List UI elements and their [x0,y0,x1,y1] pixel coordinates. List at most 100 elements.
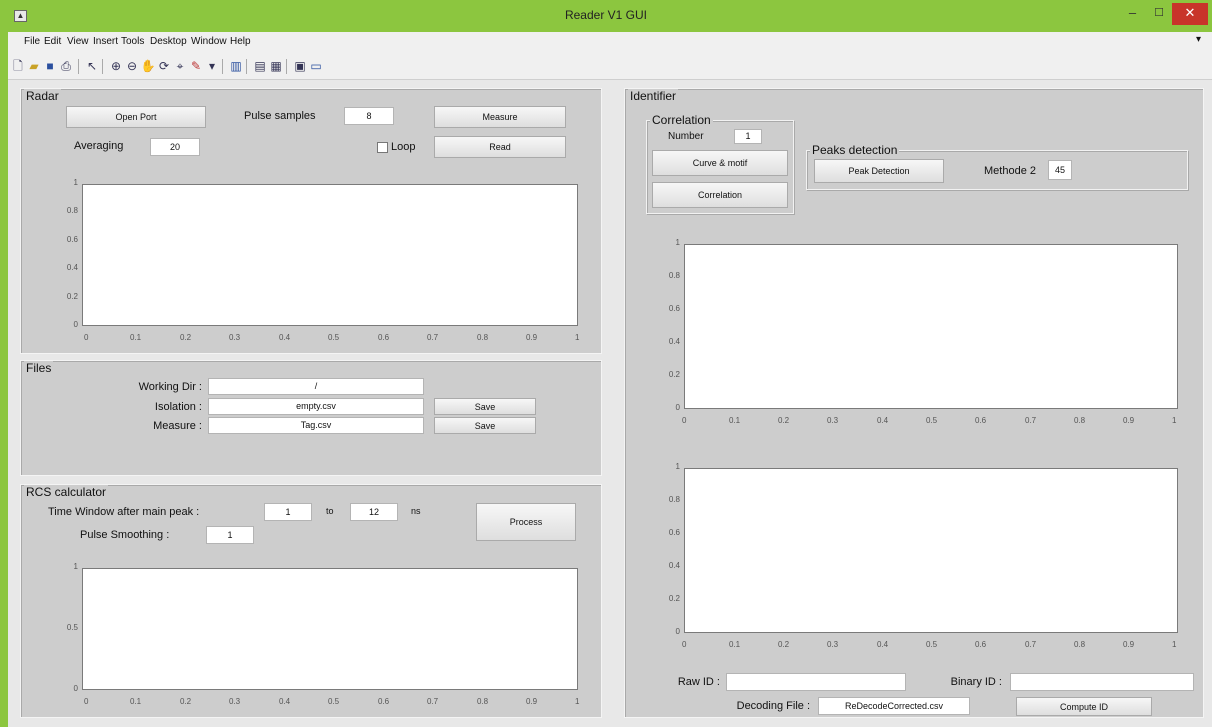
id2-x-tick: 0.1 [729,640,741,649]
time-to-field[interactable]: 12 [350,503,398,521]
hide-plot-tools-icon[interactable]: ▦ [268,58,284,74]
window-title: Reader V1 GUI [564,8,648,22]
colorbar-icon[interactable]: ▥ [228,58,244,74]
rcs-x-tick: 0.6 [378,697,390,706]
id2-x-tick: 0.2 [778,640,790,649]
data-cursor-icon[interactable]: ⌖ [172,58,188,74]
zoom-out-icon[interactable]: ⊖ [124,58,140,74]
id1-y-tick: 0 [675,403,680,412]
peak-detection-button[interactable]: Peak Detection [814,159,944,183]
rcs-x-tick: 1 [575,697,580,706]
number-field[interactable]: 1 [734,129,762,144]
id1-x-tick: 1 [1172,416,1177,425]
pulse-smoothing-label: Pulse Smoothing : [80,529,170,541]
id1-x-tick: 0.1 [729,416,741,425]
rcs-panel-title: RCS calculator [24,485,109,499]
radar-x-tick: 0 [84,333,89,342]
methode-field[interactable]: 45 [1048,160,1072,180]
rcs-y-tick: 0 [73,684,78,693]
radar-x-tick: 1 [575,333,580,342]
time-from-field[interactable]: 1 [264,503,312,521]
rcs-y-tick: 1 [73,562,78,571]
id2-y-tick: 1 [675,462,680,471]
compute-id-button[interactable]: Compute ID [1016,697,1152,716]
decoding-file-field[interactable]: ReDecodeCorrected.csv [818,697,970,715]
radar-x-tick: 0.3 [229,333,241,342]
dock-icon[interactable]: ▭ [308,58,324,74]
read-button[interactable]: Read [434,136,566,158]
radar-x-tick: 0.9 [526,333,538,342]
close-icon[interactable]: ✕ [1172,3,1208,25]
maximize-icon[interactable]: ☐ [1146,3,1172,25]
id2-x-tick: 0.3 [827,640,839,649]
toolbar: 🗋 ▰ ■ ⎙ ↖ ⊕ ⊖ ✋ ⟳ ⌖ ✎ ▾ ▥ ▤ ▦ ▣ ▭ [8,54,1212,80]
print-icon[interactable]: ⎙ [58,58,74,74]
isolation-save-button[interactable]: Save [434,398,536,415]
id1-x-tick: 0.8 [1074,416,1086,425]
menu-insert[interactable]: Insert [93,36,118,47]
open-port-button[interactable]: Open Port [66,106,206,128]
pulse-samples-label: Pulse samples [244,110,316,122]
loop-checkbox[interactable] [377,142,388,153]
pointer-icon[interactable]: ↖ [84,58,100,74]
rcs-y-tick: 0.5 [66,623,78,632]
peaks-plot[interactable] [684,468,1178,633]
id1-x-tick: 0.7 [1025,416,1037,425]
show-plot-tools-icon[interactable]: ▣ [292,58,308,74]
number-label: Number [668,131,704,142]
menu-help[interactable]: Help [230,36,251,47]
menu-desktop[interactable]: Desktop [150,36,187,47]
menu-view[interactable]: View [67,36,89,47]
raw-id-field[interactable] [726,673,906,691]
save-icon[interactable]: ■ [42,58,58,74]
minimize-icon[interactable]: – [1119,3,1146,25]
pan-icon[interactable]: ✋ [140,58,156,74]
rotate-3d-icon[interactable]: ⟳ [156,58,172,74]
curve-motif-button[interactable]: Curve & motif [652,150,788,176]
menu-file[interactable]: File [24,36,40,47]
link-icon[interactable]: ▾ [204,58,220,74]
id1-x-tick: 0.6 [975,416,987,425]
binary-id-field[interactable] [1010,673,1194,691]
menu-overflow-icon[interactable]: ▾ [1196,34,1201,45]
radar-plot[interactable] [82,184,578,326]
radar-panel-title: Radar [24,89,61,103]
pulse-samples-field[interactable]: 8 [344,107,394,125]
rcs-plot[interactable] [82,568,578,690]
methode-label: Methode 2 [984,165,1036,177]
legend-icon[interactable]: ▤ [252,58,268,74]
radar-x-tick: 0.6 [378,333,390,342]
measure-file-field[interactable]: Tag.csv [208,417,424,434]
id1-x-tick: 0.2 [778,416,790,425]
menu-edit[interactable]: Edit [44,36,61,47]
id1-x-tick: 0 [682,416,687,425]
id2-x-tick: 0.9 [1123,640,1135,649]
new-file-icon[interactable]: 🗋 [10,58,26,74]
menu-tools[interactable]: Tools [121,36,144,47]
id1-y-tick: 0.2 [668,370,680,379]
id2-x-tick: 0.5 [926,640,938,649]
id1-y-tick: 0.8 [668,271,680,280]
rcs-x-tick: 0.5 [328,697,340,706]
menu-window[interactable]: Window [191,36,227,47]
id1-x-tick: 0.4 [877,416,889,425]
open-folder-icon[interactable]: ▰ [26,58,42,74]
brush-icon[interactable]: ✎ [188,58,204,74]
id2-x-tick: 0.7 [1025,640,1037,649]
radar-x-tick: 0.4 [279,333,291,342]
measure-save-button[interactable]: Save [434,417,536,434]
decoding-file-label: Decoding File : [736,700,810,712]
isolation-field[interactable]: empty.csv [208,398,424,415]
working-dir-field[interactable]: / [208,378,424,395]
measure-button[interactable]: Measure [434,106,566,128]
menu-bar: File Edit View Insert Tools Desktop Wind… [8,32,1212,54]
radar-x-tick: 0.1 [130,333,142,342]
averaging-field[interactable]: 20 [150,138,200,156]
zoom-in-icon[interactable]: ⊕ [108,58,124,74]
process-button[interactable]: Process [476,503,576,541]
correlation-plot[interactable] [684,244,1178,409]
id2-y-tick: 0.6 [668,528,680,537]
correlation-button[interactable]: Correlation [652,182,788,208]
pulse-smoothing-field[interactable]: 1 [206,526,254,544]
id2-x-tick: 0.6 [975,640,987,649]
